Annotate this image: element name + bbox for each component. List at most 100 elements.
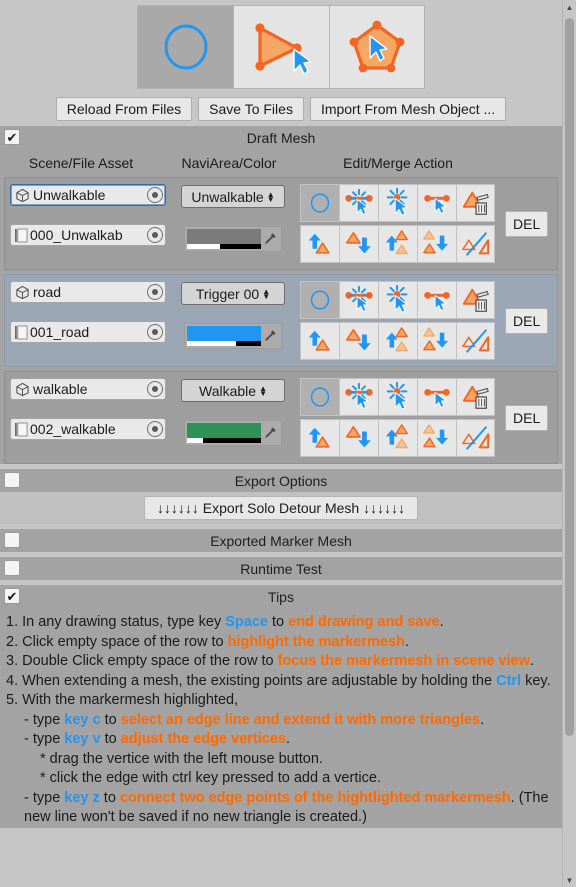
- runtime-test-checkbox[interactable]: [4, 560, 20, 576]
- draft-mesh-checkbox[interactable]: ✔: [4, 129, 20, 145]
- asset-picker-icon[interactable]: [147, 324, 163, 340]
- chevron-updown-icon: ▲ ▼: [266, 189, 275, 204]
- eyedropper-button[interactable]: [261, 329, 279, 343]
- row-action-cell: DEL: [300, 281, 552, 360]
- row-naviarea-color-cell: Walkable ▲ ▼: [166, 378, 300, 446]
- asset-picker-icon[interactable]: [147, 421, 163, 437]
- action-delete-mesh-button[interactable]: [456, 378, 495, 416]
- delete-row-button[interactable]: DEL: [505, 404, 549, 431]
- scrollbar-thumb[interactable]: [565, 18, 574, 736]
- scrollbar-track[interactable]: [565, 14, 574, 873]
- action-merge-down-multi-button[interactable]: [417, 419, 456, 457]
- triangle-edit-mode-button[interactable]: [233, 5, 329, 89]
- merge-down-multi-icon: [423, 230, 449, 254]
- export-options-section-header[interactable]: Export Options: [0, 469, 562, 492]
- action-merge-up-button[interactable]: [300, 419, 339, 457]
- action-unmerge-button[interactable]: [456, 225, 495, 263]
- scroll-up-arrow-icon[interactable]: ▲: [563, 0, 576, 14]
- action-merge-down-multi-button[interactable]: [417, 225, 456, 263]
- object-picker-icon[interactable]: [147, 284, 163, 300]
- navi-area-dropdown[interactable]: Unwalkable ▲ ▼: [181, 185, 285, 208]
- object-picker-icon[interactable]: [147, 381, 163, 397]
- delete-row-button[interactable]: DEL: [505, 307, 549, 334]
- scene-object-field[interactable]: road: [10, 281, 166, 303]
- tip-text: .: [285, 731, 290, 747]
- action-delete-mesh-button[interactable]: [456, 281, 495, 319]
- draft-mesh-section-header[interactable]: ✔ Draft Mesh: [0, 126, 562, 149]
- import-from-mesh-object-button[interactable]: Import From Mesh Object ...: [309, 97, 507, 121]
- scene-object-field[interactable]: Unwalkable: [10, 184, 166, 206]
- save-to-files-button[interactable]: Save To Files: [198, 97, 304, 121]
- circle-icon: [164, 24, 207, 70]
- file-asset-field[interactable]: 001_road: [10, 321, 166, 343]
- exported-marker-mesh-checkbox[interactable]: [4, 532, 20, 548]
- export-options-checkbox[interactable]: [4, 472, 20, 488]
- file-asset-field[interactable]: 002_walkable: [10, 418, 166, 440]
- reload-from-files-button[interactable]: Reload From Files: [55, 97, 193, 121]
- action-grid: [300, 184, 495, 263]
- action-merge-down-multi-button[interactable]: [417, 322, 456, 360]
- action-split-edge-button[interactable]: [339, 378, 378, 416]
- tip-text: 2. Click empty space of the row to: [6, 633, 228, 650]
- eyedropper-icon: [265, 233, 276, 244]
- export-solo-bar: ↓↓↓↓↓↓ Export Solo Detour Mesh ↓↓↓↓↓↓: [0, 492, 562, 524]
- tip-key: Ctrl: [496, 672, 522, 689]
- tip-line: 2. Click empty space of the row to highl…: [6, 633, 556, 653]
- action-merge-up-button[interactable]: [300, 225, 339, 263]
- color-main: [187, 326, 261, 341]
- color-swatch[interactable]: [187, 423, 261, 443]
- color-field[interactable]: [184, 420, 282, 446]
- action-delete-mesh-button[interactable]: [456, 184, 495, 222]
- tips-checkbox[interactable]: ✔: [4, 588, 20, 604]
- table-row[interactable]: Unwalkable 000_Unwalkab Unwalkable ▲ ▼ DEL: [4, 177, 558, 270]
- action-merge-down-button[interactable]: [339, 419, 378, 457]
- action-merge-down-button[interactable]: [339, 322, 378, 360]
- scene-object-field[interactable]: walkable: [10, 378, 166, 400]
- action-connect-points-button[interactable]: [417, 378, 456, 416]
- eyedropper-button[interactable]: [261, 426, 279, 440]
- tips-body: 1. In any drawing status, type key Space…: [0, 608, 562, 828]
- color-field[interactable]: [184, 323, 282, 349]
- action-add-vertex-button[interactable]: [378, 281, 417, 319]
- action-connect-points-button[interactable]: [417, 184, 456, 222]
- action-unmerge-button[interactable]: [456, 322, 495, 360]
- polygon-edit-mode-button[interactable]: [329, 5, 425, 89]
- action-unmerge-button[interactable]: [456, 419, 495, 457]
- object-picker-icon[interactable]: [147, 187, 163, 203]
- action-merge-down-button[interactable]: [339, 225, 378, 263]
- color-field[interactable]: [184, 226, 282, 252]
- action-draw-circle-button[interactable]: [300, 378, 339, 416]
- action-merge-up-multi-button[interactable]: [378, 225, 417, 263]
- merge-up-multi-icon: [385, 327, 408, 352]
- action-split-edge-button[interactable]: [339, 184, 378, 222]
- navi-area-dropdown[interactable]: Walkable ▲ ▼: [181, 379, 285, 402]
- color-swatch[interactable]: [187, 326, 261, 346]
- navi-area-dropdown[interactable]: Trigger 00 ▲ ▼: [181, 282, 285, 305]
- vertical-scrollbar[interactable]: ▲ ▼: [562, 0, 576, 887]
- action-draw-circle-button[interactable]: [300, 184, 339, 222]
- table-row[interactable]: road 001_road Trigger 00 ▲ ▼ DEL: [4, 274, 558, 367]
- asset-picker-icon[interactable]: [147, 227, 163, 243]
- delete-row-button[interactable]: DEL: [505, 210, 549, 237]
- circle-draw-mode-button[interactable]: [137, 5, 233, 89]
- action-merge-up-multi-button[interactable]: [378, 322, 417, 360]
- action-draw-circle-button[interactable]: [300, 281, 339, 319]
- action-connect-points-button[interactable]: [417, 281, 456, 319]
- action-merge-up-multi-button[interactable]: [378, 419, 417, 457]
- scroll-down-arrow-icon[interactable]: ▼: [563, 873, 576, 887]
- runtime-test-section-header[interactable]: Runtime Test: [0, 557, 562, 580]
- pentagon-cursor-icon: [349, 20, 405, 73]
- file-asset-field[interactable]: 000_Unwalkab: [10, 224, 166, 246]
- tips-section-header[interactable]: ✔ Tips: [0, 585, 562, 608]
- action-add-vertex-button[interactable]: [378, 378, 417, 416]
- table-row[interactable]: walkable 002_walkable Walkable ▲ ▼ DEL: [4, 371, 558, 464]
- action-add-vertex-button[interactable]: [378, 184, 417, 222]
- color-swatch[interactable]: [187, 229, 261, 249]
- eyedropper-button[interactable]: [261, 232, 279, 246]
- eyedropper-icon: [265, 330, 276, 341]
- action-merge-up-button[interactable]: [300, 322, 339, 360]
- export-solo-detour-mesh-button[interactable]: ↓↓↓↓↓↓ Export Solo Detour Mesh ↓↓↓↓↓↓: [143, 496, 419, 520]
- row-scene-file-cell: Unwalkable 000_Unwalkab: [10, 184, 166, 246]
- exported-marker-mesh-section-header[interactable]: Exported Marker Mesh: [0, 529, 562, 552]
- action-split-edge-button[interactable]: [339, 281, 378, 319]
